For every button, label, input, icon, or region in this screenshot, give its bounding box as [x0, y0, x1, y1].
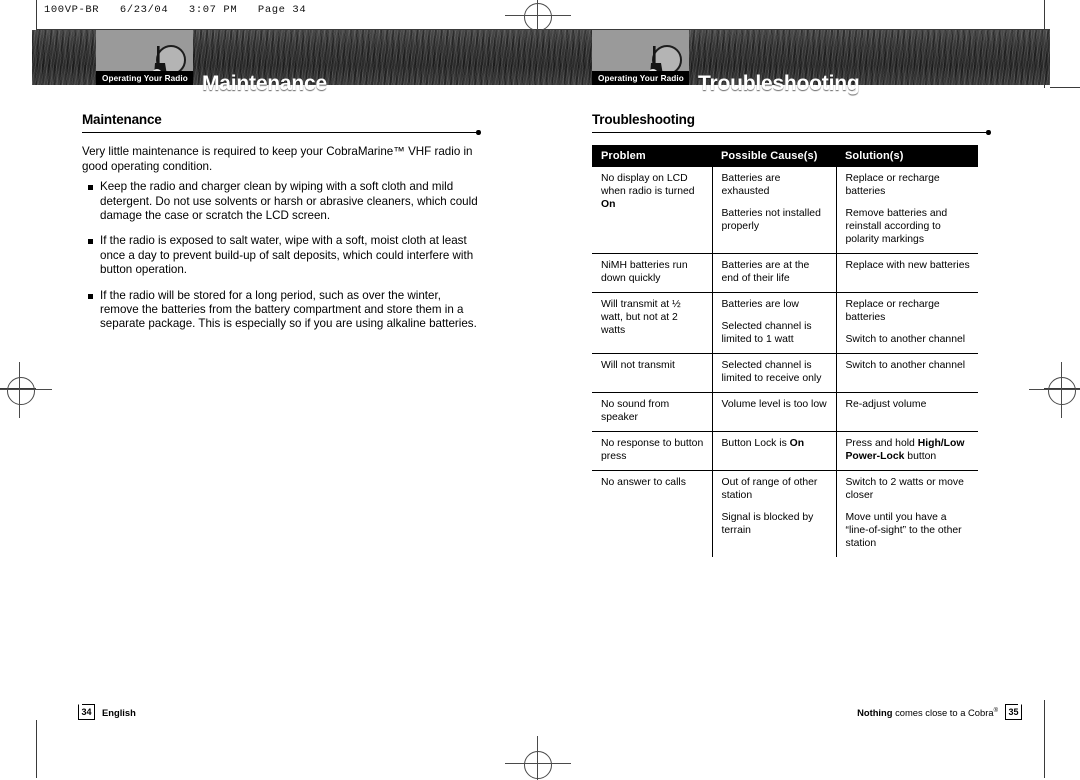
solution-text: Move until you have a “line-of-sight” to… — [845, 512, 962, 549]
cell-solutions: Replace or recharge batteries Switch to … — [835, 292, 978, 354]
cell-solutions: Switch to another channel — [835, 353, 978, 393]
solution-text: Switch to another channel — [845, 360, 966, 371]
solution-text: Switch to another channel — [845, 334, 966, 345]
cause-text: Out of range of other station — [721, 477, 818, 501]
solution-text: Replace or recharge batteries — [845, 173, 940, 197]
list-item-text: If the radio is exposed to salt water, w… — [100, 234, 474, 277]
bullet-square-icon — [88, 185, 93, 191]
right-page-footer: Nothing comes close to a Cobra® 35 — [857, 704, 1022, 720]
table-row: No sound from speaker Volume level is to… — [592, 392, 978, 432]
cause-text: Batteries are at the end of their life — [721, 260, 810, 284]
print-sheet: 100VP-BR 6/23/04 3:07 PM Page 34 Operati… — [0, 0, 1080, 780]
heading-rule — [82, 130, 482, 138]
crop-mark-bottom-left-v — [36, 720, 37, 778]
cell-problem: No response to button press — [592, 431, 712, 471]
list-item: If the radio is exposed to salt water, w… — [82, 234, 482, 277]
cell-problem: Will transmit at ½ watt, but not at 2 wa… — [592, 292, 712, 354]
column-header-causes: Possible Cause(s) — [712, 145, 836, 167]
table-row: Will not transmit Selected channel is li… — [592, 353, 978, 393]
page-number-badge: 34 — [78, 704, 95, 720]
solution-text: Press and hold High/Low Power-Lock butto… — [845, 438, 965, 462]
solution-text: Switch to 2 watts or move closer — [845, 477, 964, 501]
list-item: If the radio will be stored for a long p… — [82, 289, 482, 332]
cell-solutions: Re-adjust volume — [835, 392, 978, 432]
right-tab-label: Operating Your Radio — [592, 71, 689, 85]
left-tab-label: Operating Your Radio — [96, 71, 193, 85]
print-slug-line: 100VP-BR 6/23/04 3:07 PM Page 34 — [44, 4, 307, 16]
cell-causes: Batteries are exhausted Batteries not in… — [711, 167, 836, 254]
cause-text: Button Lock is On — [721, 438, 805, 449]
cell-causes: Batteries are at the end of their life — [711, 253, 836, 293]
cell-solutions: Switch to 2 watts or move closer Move un… — [835, 470, 978, 557]
footer-language-label: English — [102, 706, 136, 718]
table-header-row: Problem Possible Cause(s) Solution(s) — [592, 145, 978, 167]
solution-text: Remove batteries and reinstall according… — [845, 208, 948, 245]
left-page-content: Maintenance Very little maintenance is r… — [82, 112, 482, 343]
cell-problem: No sound from speaker — [592, 392, 712, 432]
list-item-text: Keep the radio and charger clean by wipi… — [100, 180, 478, 222]
right-banner-title: Troubleshooting — [698, 72, 860, 95]
right-page-content: Troubleshooting Problem Possible Cause(s… — [592, 112, 991, 557]
troubleshooting-table: Problem Possible Cause(s) Solution(s) No… — [592, 145, 978, 557]
tagline-rest: comes close to a Cobra — [892, 706, 994, 718]
column-header-solutions: Solution(s) — [836, 145, 978, 167]
cause-text: Selected channel is limited to receive o… — [721, 360, 822, 384]
maintenance-intro: Very little maintenance is required to k… — [82, 145, 473, 173]
cause-text: Volume level is too low — [721, 399, 827, 410]
troubleshooting-heading: Troubleshooting — [592, 112, 695, 127]
cell-causes: Selected channel is limited to receive o… — [711, 353, 836, 393]
cause-text: Batteries are exhausted — [721, 173, 781, 197]
maintenance-bullet-list: Keep the radio and charger clean by wipi… — [82, 180, 482, 332]
cause-text: Batteries are low — [721, 299, 799, 310]
heading-rule — [592, 130, 991, 138]
cell-causes: Out of range of other station Signal is … — [711, 470, 836, 557]
list-item: Keep the radio and charger clean by wipi… — [82, 180, 482, 223]
cell-problem: Will not transmit — [592, 353, 712, 393]
solution-text: Re-adjust volume — [845, 399, 927, 410]
right-page-tab-block: Operating Your Radio — [592, 30, 689, 85]
cell-solutions: Replace with new batteries — [835, 253, 978, 293]
maintenance-heading: Maintenance — [82, 112, 162, 127]
cell-problem: No display on LCD when radio is turned O… — [592, 167, 712, 254]
cell-solutions: Press and hold High/Low Power-Lock butto… — [835, 431, 978, 471]
cell-problem: NiMH batteries run down quickly — [592, 253, 712, 293]
cell-causes: Button Lock is On — [711, 431, 836, 471]
crop-mark-bottom-right-v — [1044, 700, 1045, 778]
table-row: No response to button press Button Lock … — [592, 431, 978, 471]
crop-mark-right-h — [1050, 87, 1080, 88]
left-page-tab-block: Operating Your Radio — [96, 30, 193, 85]
table-row: No answer to calls Out of range of other… — [592, 470, 978, 557]
cause-text: Batteries not installed properly — [721, 208, 821, 232]
solution-text: Replace with new batteries — [845, 260, 970, 271]
cell-causes: Volume level is too low — [711, 392, 836, 432]
table-row: Will transmit at ½ watt, but not at 2 wa… — [592, 292, 978, 354]
column-header-problem: Problem — [592, 145, 712, 167]
solution-text: Replace or recharge batteries — [845, 299, 940, 323]
left-banner-title: Maintenance — [202, 72, 327, 95]
registered-trademark-icon: ® — [993, 707, 998, 714]
left-page-footer: 34 English — [78, 704, 136, 720]
list-item-text: If the radio will be stored for a long p… — [100, 288, 477, 331]
cell-solutions: Replace or recharge batteries Remove bat… — [835, 167, 978, 254]
page-number-badge: 35 — [1005, 704, 1022, 720]
tagline-bold-word: Nothing — [857, 706, 893, 718]
bullet-square-icon — [88, 293, 93, 299]
brand-tagline: Nothing comes close to a Cobra® — [857, 707, 998, 718]
cause-text: Selected channel is limited to 1 watt — [721, 321, 812, 345]
crop-mark-top-left-v — [36, 0, 37, 30]
cause-text: Signal is blocked by terrain — [721, 512, 814, 536]
cell-problem: No answer to calls — [601, 477, 686, 488]
table-row: No display on LCD when radio is turned O… — [592, 167, 978, 254]
cell-causes: Batteries are low Selected channel is li… — [711, 292, 836, 354]
bullet-square-icon — [88, 239, 93, 245]
table-row: NiMH batteries run down quickly Batterie… — [592, 253, 978, 293]
